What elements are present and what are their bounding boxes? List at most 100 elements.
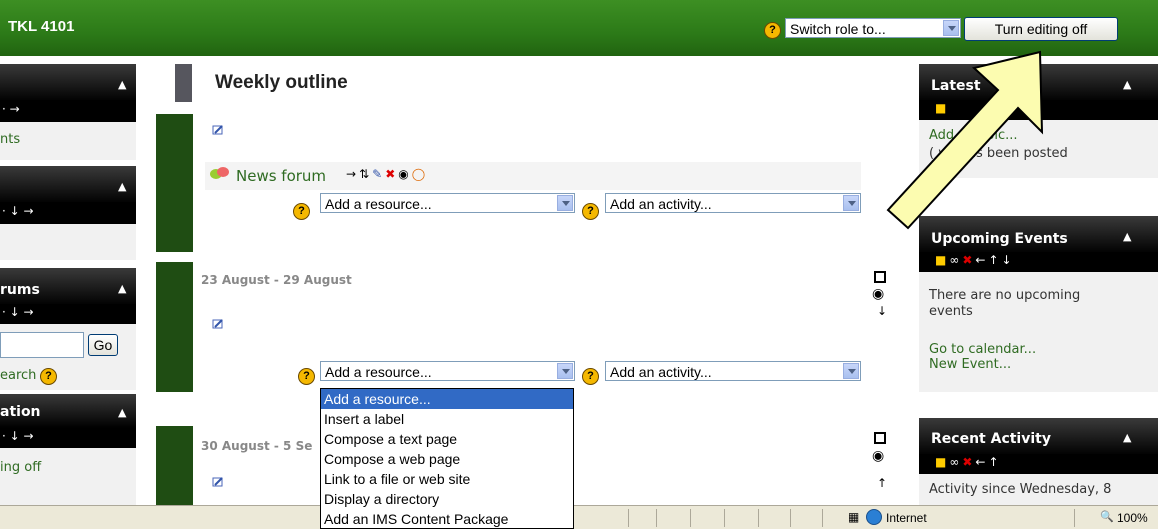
delete-icon[interactable]: ✖	[962, 253, 975, 267]
activity-controls: →⇅✎✖◉◯	[346, 167, 428, 181]
left-block-3-controls: · ↓ →	[0, 304, 136, 324]
section-0-side	[156, 114, 193, 252]
collapse-icon[interactable]: ▲	[1123, 431, 1131, 444]
group-icon[interactable]: ◯	[412, 167, 428, 181]
move-arrows-icon[interactable]: · →	[2, 102, 20, 116]
eye-icon[interactable]: ◉	[872, 448, 884, 464]
dropdown-option-text-page[interactable]: Compose a text page	[321, 429, 573, 449]
left-block-4-link[interactable]: ing off	[0, 460, 41, 475]
help-icon[interactable]: ?	[582, 368, 599, 385]
left-block-1-controls: · →	[0, 100, 136, 122]
left-block-2-body	[0, 224, 136, 260]
dropdown-option-link-file[interactable]: Link to a file or web site	[321, 469, 573, 489]
status-divider	[758, 509, 759, 527]
left-block-1-header: ▲	[0, 64, 136, 102]
eye-icon[interactable]: ◉	[398, 167, 411, 181]
help-icon[interactable]: ?	[582, 203, 599, 220]
add-resource-dropdown-list: Add a resource... Insert a label Compose…	[320, 388, 574, 529]
left-block-4-header: ation ▲	[0, 394, 136, 428]
section-1-side	[156, 262, 193, 392]
hide-icon[interactable]: ∞	[949, 253, 962, 267]
highlight-checkbox-icon[interactable]	[874, 271, 886, 283]
roles-icon[interactable]: ■	[935, 253, 949, 267]
site-title[interactable]: TKL 4101	[8, 18, 74, 35]
upcoming-events-body: There are no upcoming events Go to calen…	[919, 272, 1158, 392]
help-icon[interactable]: ?	[298, 368, 315, 385]
move-icon[interactable]: ⇅	[359, 167, 372, 181]
help-icon[interactable]: ?	[293, 203, 310, 220]
status-divider	[790, 509, 791, 527]
move-arrows-icon[interactable]: ←↑↓	[975, 253, 1014, 267]
help-icon[interactable]: ?	[764, 22, 781, 39]
status-divider	[628, 509, 629, 527]
chevron-down-icon	[843, 195, 859, 211]
collapse-icon[interactable]: ▲	[118, 406, 126, 419]
eye-icon[interactable]: ◉	[872, 286, 884, 302]
move-arrows-icon[interactable]: · ↓ →	[2, 429, 34, 443]
section-2-date: 30 August - 5 Se	[201, 439, 313, 453]
collapse-icon[interactable]: ▲	[118, 78, 126, 91]
move-arrows-icon[interactable]: · ↓ →	[2, 204, 34, 218]
delete-icon[interactable]: ✖	[385, 167, 398, 181]
upcoming-events-controls: ■∞✖←↑↓	[919, 252, 1158, 272]
arrow-down-icon[interactable]: ↓	[877, 304, 887, 318]
edit-icon[interactable]	[212, 318, 223, 329]
zoom-icon[interactable]: 🔍	[1100, 510, 1114, 523]
arrow-up-icon[interactable]: ↑	[877, 476, 887, 490]
edit-icon[interactable]: ✎	[372, 167, 385, 181]
help-icon[interactable]: ?	[40, 368, 57, 385]
add-resource-label: Add a resource...	[325, 364, 432, 380]
left-block-3-body: Go earch ?	[0, 324, 136, 390]
dropdown-option-web-page[interactable]: Compose a web page	[321, 449, 573, 469]
security-icon[interactable]: ▦	[848, 510, 859, 524]
add-activity-select[interactable]: Add an activity...	[605, 193, 861, 213]
switch-role-select[interactable]: Switch role to...	[785, 18, 961, 38]
collapse-icon[interactable]: ▲	[118, 282, 126, 295]
edit-icon[interactable]	[212, 476, 223, 487]
add-activity-select[interactable]: Add an activity...	[605, 361, 861, 381]
status-divider	[690, 509, 691, 527]
switch-role-label: Switch role to...	[790, 21, 886, 37]
left-block-1-link[interactable]: nts	[0, 132, 20, 147]
dropdown-option-directory[interactable]: Display a directory	[321, 489, 573, 509]
hide-icon[interactable]: ∞	[949, 455, 962, 469]
add-resource-select-open[interactable]: Add a resource...	[320, 361, 575, 381]
search-input[interactable]	[0, 332, 84, 358]
highlight-checkbox-icon[interactable]	[874, 432, 886, 444]
status-divider	[724, 509, 725, 527]
edit-icon[interactable]	[212, 124, 223, 135]
move-right-icon[interactable]: →	[346, 167, 359, 181]
dropdown-option-ims-package[interactable]: Add an IMS Content Package	[321, 509, 573, 529]
dropdown-option-insert-label[interactable]: Insert a label	[321, 409, 573, 429]
collapse-icon[interactable]: ▲	[1123, 78, 1131, 91]
left-block-4-controls: · ↓ →	[0, 428, 136, 448]
forum-icon	[210, 165, 230, 185]
left-block-4-title: ation	[0, 404, 41, 420]
left-block-2-controls: · ↓ →	[0, 202, 136, 224]
recent-activity-body: Activity since Wednesday, 8	[919, 474, 1158, 505]
turn-editing-off-button[interactable]: Turn editing off	[964, 17, 1118, 41]
advanced-search-link[interactable]: earch	[0, 368, 36, 383]
roles-icon[interactable]: ■	[935, 455, 949, 469]
add-resource-label: Add a resource...	[325, 196, 432, 212]
page-title: Weekly outline	[215, 72, 348, 93]
chevron-down-icon	[557, 363, 573, 379]
no-events-text: There are no upcoming	[929, 288, 1081, 303]
zoom-level[interactable]: 100%	[1117, 511, 1148, 525]
collapse-icon[interactable]: ▲	[1123, 230, 1131, 243]
annotation-arrow-icon	[886, 50, 1044, 230]
go-button[interactable]: Go	[88, 334, 118, 356]
security-zone-label: Internet	[886, 511, 927, 525]
move-arrows-icon[interactable]: ←↑	[975, 455, 1001, 469]
left-block-3-title: rums	[0, 282, 40, 298]
go-to-calendar-link[interactable]: Go to calendar...	[929, 342, 1036, 357]
recent-activity-title: Recent Activity	[931, 431, 1051, 447]
move-arrows-icon[interactable]: · ↓ →	[2, 305, 34, 319]
new-event-link[interactable]: New Event...	[929, 357, 1011, 372]
collapse-icon[interactable]: ▲	[118, 180, 126, 193]
browser-viewport: TKL 4101 ? Switch role to... Turn editin…	[0, 0, 1158, 529]
news-forum-link[interactable]: News forum	[236, 167, 326, 185]
delete-icon[interactable]: ✖	[962, 455, 975, 469]
dropdown-option-add-resource[interactable]: Add a resource...	[321, 389, 573, 409]
add-resource-select[interactable]: Add a resource...	[320, 193, 575, 213]
